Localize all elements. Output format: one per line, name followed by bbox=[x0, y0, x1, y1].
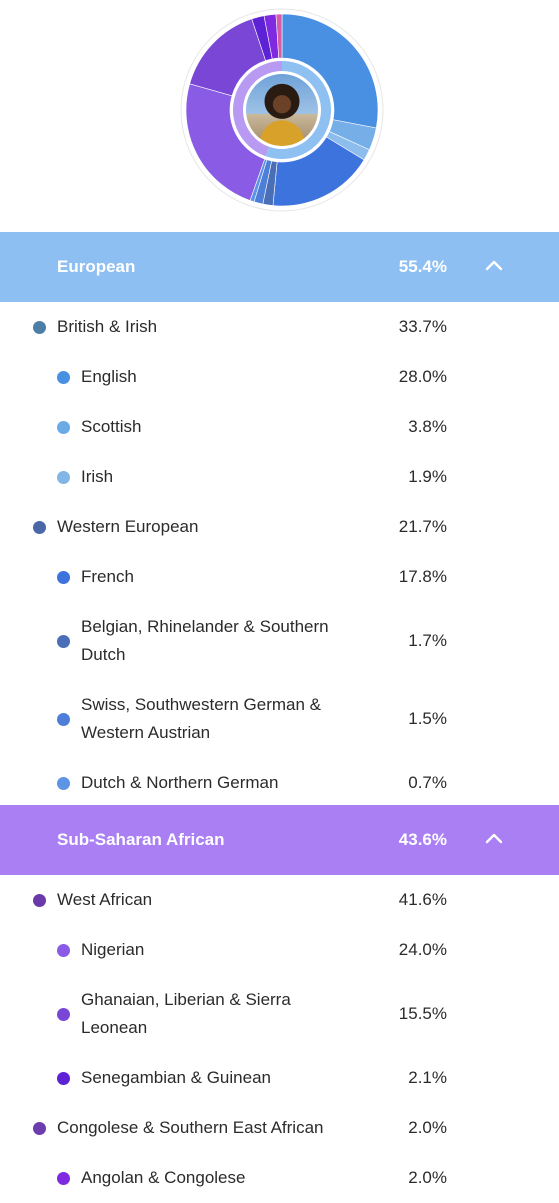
ancestry-dot bbox=[57, 1071, 70, 1085]
ancestry-label: Scottish bbox=[81, 417, 142, 436]
ancestry-row[interactable]: Angolan & Congolese 2.0% bbox=[0, 1153, 559, 1203]
ancestry-dot bbox=[57, 1171, 70, 1185]
ancestry-label: British & Irish bbox=[57, 317, 158, 336]
ancestry-label-line: Belgian, Rhinelander & Southern bbox=[81, 617, 329, 636]
ancestry-label: Swiss, Southwestern German & Western Aust… bbox=[81, 691, 321, 747]
ancestry-percent: 28.0% bbox=[398, 367, 447, 386]
ancestry-row[interactable]: Belgian, Rhinelander & Southern Dutch 1.7% bbox=[0, 602, 559, 680]
ancestry-percent: 1.9% bbox=[408, 467, 447, 486]
ancestry-dot bbox=[57, 943, 70, 957]
ancestry-dot bbox=[57, 370, 70, 384]
ancestry-row[interactable]: Swiss, Southwestern German & Western Aust… bbox=[0, 680, 559, 758]
ancestry-row[interactable]: West African 41.6% bbox=[0, 875, 559, 925]
ancestry-label: French bbox=[81, 567, 134, 586]
ancestry-dot bbox=[57, 776, 70, 790]
ancestry-label: Belgian, Rhinelander & Southern Dutch bbox=[81, 613, 329, 669]
ancestry-row[interactable]: Nigerian 24.0% bbox=[0, 925, 559, 975]
ancestry-label: English bbox=[81, 367, 137, 386]
ancestry-percent: 0.7% bbox=[408, 773, 447, 792]
ancestry-label-line: Swiss, Southwestern German & bbox=[81, 695, 321, 714]
ancestry-percent: 2.1% bbox=[408, 1068, 447, 1087]
region-header-1[interactable]: Sub-Saharan African 43.6% bbox=[0, 805, 559, 875]
ancestry-dot bbox=[57, 420, 70, 434]
chevron-up-icon[interactable] bbox=[485, 831, 503, 845]
ancestry-label: Dutch & Northern German bbox=[81, 773, 279, 792]
ancestry-row[interactable]: Scottish 3.8% bbox=[0, 402, 559, 452]
ancestry-label: West African bbox=[57, 890, 153, 909]
ancestry-label-line: Western Austrian bbox=[81, 723, 211, 742]
ancestry-label: Congolese & Southern East African bbox=[57, 1118, 324, 1137]
ancestry-label-line: Leonean bbox=[81, 1018, 148, 1037]
ancestry-dot bbox=[57, 1007, 70, 1021]
ancestry-dot bbox=[57, 470, 70, 484]
ancestry-row[interactable]: English 28.0% bbox=[0, 352, 559, 402]
profile-avatar[interactable] bbox=[246, 74, 318, 146]
ancestry-percent: 2.0% bbox=[408, 1118, 447, 1137]
region-header-0[interactable]: European 55.4% bbox=[0, 232, 559, 302]
ancestry-row[interactable]: French 17.8% bbox=[0, 552, 559, 602]
ancestry-donut-area bbox=[0, 0, 559, 232]
ancestry-percent: 15.5% bbox=[398, 1004, 447, 1023]
ancestry-dot bbox=[57, 634, 70, 648]
ancestry-percent: 33.7% bbox=[398, 317, 447, 336]
ancestry-row[interactable]: Dutch & Northern German 0.7% bbox=[0, 758, 559, 808]
ancestry-percent: 1.5% bbox=[408, 709, 447, 728]
ancestry-label: Irish bbox=[81, 467, 114, 486]
ancestry-dot bbox=[57, 712, 70, 726]
ancestry-percent: 21.7% bbox=[398, 517, 447, 536]
ancestry-row[interactable]: Western European 21.7% bbox=[0, 502, 559, 552]
ancestry-dot bbox=[57, 570, 70, 584]
region-percent: 55.4% bbox=[398, 257, 447, 276]
ancestry-row[interactable]: Irish 1.9% bbox=[0, 452, 559, 502]
region-name: European bbox=[57, 257, 136, 276]
ancestry-percent: 3.8% bbox=[408, 417, 447, 436]
ancestry-dot bbox=[33, 893, 46, 907]
region-name: Sub-Saharan African bbox=[57, 830, 225, 849]
ancestry-label: Angolan & Congolese bbox=[81, 1168, 246, 1187]
ancestry-row[interactable]: British & Irish 33.7% bbox=[0, 302, 559, 352]
ancestry-label: Ghanaian, Liberian & Sierra Leonean bbox=[81, 986, 291, 1042]
ancestry-row[interactable]: Senegambian & Guinean 2.1% bbox=[0, 1053, 559, 1103]
region-percent: 43.6% bbox=[398, 830, 447, 849]
ancestry-label: Senegambian & Guinean bbox=[81, 1068, 271, 1087]
ancestry-label-line: Dutch bbox=[81, 645, 126, 664]
ancestry-dot bbox=[33, 320, 46, 334]
ancestry-percent: 2.0% bbox=[408, 1168, 447, 1187]
ancestry-dot bbox=[33, 1121, 46, 1135]
ancestry-percent: 24.0% bbox=[398, 940, 447, 959]
ancestry-percent: 41.6% bbox=[398, 890, 447, 909]
ancestry-label: Nigerian bbox=[81, 940, 145, 959]
ancestry-row[interactable]: Congolese & Southern East African 2.0% bbox=[0, 1103, 559, 1153]
ancestry-label-line: Ghanaian, Liberian & Sierra bbox=[81, 990, 291, 1009]
ancestry-row[interactable]: Ghanaian, Liberian & Sierra Leonean 15.5% bbox=[0, 975, 559, 1053]
chevron-up-icon[interactable] bbox=[485, 258, 503, 272]
ancestry-label: Western European bbox=[57, 517, 199, 536]
ancestry-percent: 1.7% bbox=[408, 631, 447, 650]
ancestry-percent: 17.8% bbox=[398, 567, 447, 586]
ancestry-dot bbox=[33, 520, 46, 534]
